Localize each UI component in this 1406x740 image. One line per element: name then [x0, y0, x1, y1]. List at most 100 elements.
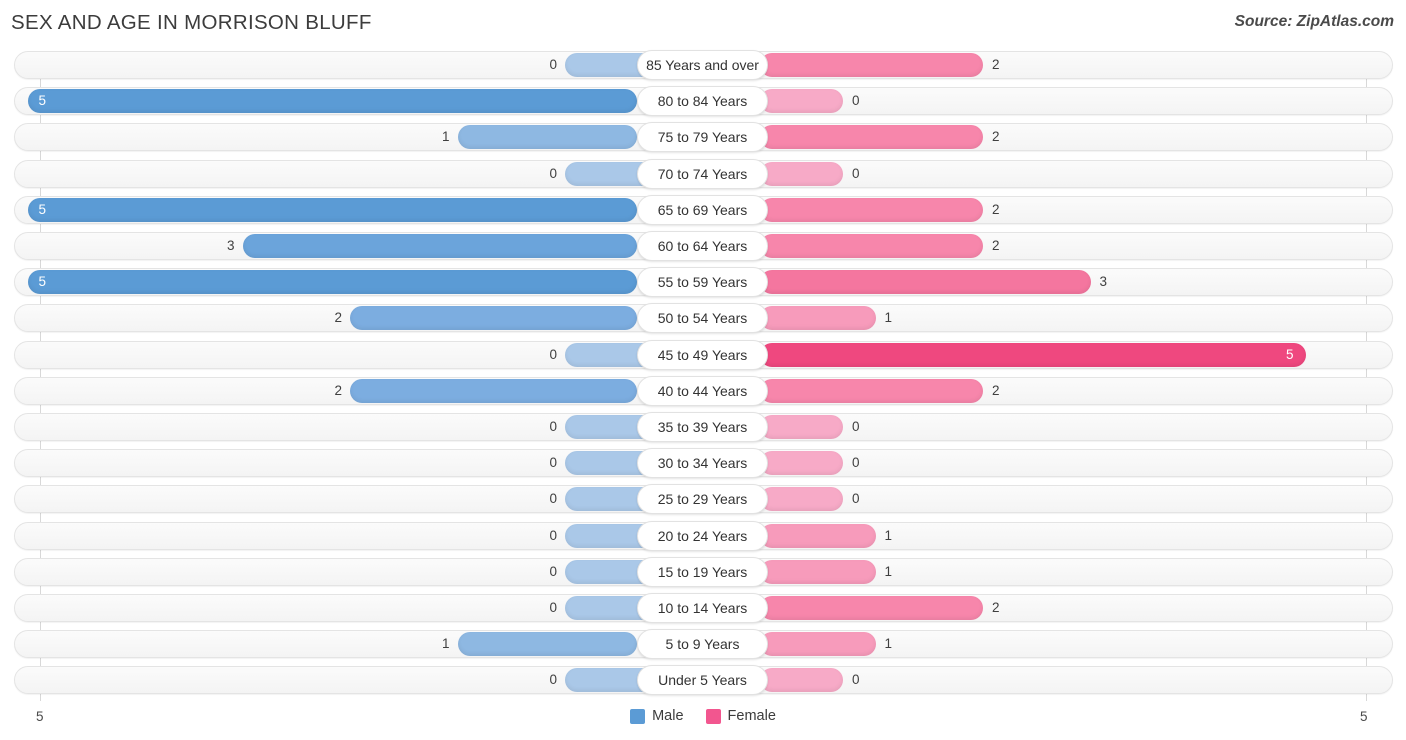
female-bar[interactable] [760, 89, 843, 114]
sex-and-age-chart: SEX AND AGE IN MORRISON BLUFF Source: Zi… [0, 0, 1406, 740]
female-value-label: 0 [852, 455, 860, 471]
female-value-label: 2 [992, 129, 1000, 145]
male-bar[interactable] [27, 270, 637, 295]
male-bar[interactable] [350, 378, 637, 403]
male-bar[interactable] [242, 234, 637, 258]
table-row: 5 0 80 to 84 Years [14, 86, 1393, 117]
female-bar[interactable] [760, 378, 983, 403]
female-bar[interactable] [760, 197, 983, 222]
female-bar[interactable] [760, 234, 983, 258]
table-row: 0 0 30 to 34 Years [14, 448, 1393, 479]
male-bar[interactable] [27, 89, 637, 114]
female-bar[interactable] [760, 523, 876, 548]
table-row: 0 1 15 to 19 Years [14, 556, 1393, 587]
female-value-label: 2 [992, 201, 1000, 217]
female-bar[interactable] [760, 487, 843, 512]
female-bar[interactable] [760, 596, 983, 620]
female-bar[interactable] [760, 559, 876, 584]
female-value-label: 1 [884, 310, 893, 326]
age-group-label: 45 to 49 Years [637, 339, 768, 370]
male-value-label: 0 [549, 346, 557, 362]
female-bar[interactable] [760, 161, 843, 186]
male-value-label: 1 [441, 636, 450, 652]
legend-label-female: Female [727, 708, 776, 724]
male-value-label: 0 [549, 563, 557, 579]
female-value-label: 5 [1285, 346, 1294, 362]
male-value-label: 0 [549, 600, 557, 615]
female-value-label: 0 [852, 672, 860, 688]
male-value-label: 0 [549, 455, 557, 471]
male-value-label: 0 [549, 672, 557, 688]
male-value-label: 5 [38, 274, 47, 290]
age-group-label: 80 to 84 Years [637, 86, 768, 117]
male-bar[interactable] [457, 125, 637, 150]
table-row: 0 2 85 Years and over [14, 50, 1393, 80]
age-group-label: 15 to 19 Years [637, 556, 768, 587]
chart-header: SEX AND AGE IN MORRISON BLUFF Source: Zi… [0, 0, 1406, 46]
age-group-label: 70 to 74 Years [637, 158, 768, 189]
male-value-label: 0 [549, 165, 557, 181]
female-bar[interactable] [760, 270, 1091, 295]
age-group-label: 10 to 14 Years [637, 593, 768, 623]
male-value-label: 5 [38, 93, 47, 109]
table-row: 5 3 55 to 59 Years [14, 267, 1393, 298]
table-row: 5 2 65 to 69 Years [14, 194, 1393, 225]
age-group-label: 85 Years and over [637, 50, 768, 80]
female-bar[interactable] [760, 306, 876, 331]
age-group-label: 75 to 79 Years [637, 122, 768, 153]
legend-swatch-female [705, 708, 721, 724]
male-bar[interactable] [457, 632, 637, 657]
female-value-label: 1 [884, 527, 893, 543]
female-bar[interactable] [760, 125, 983, 150]
pyramid-plot-area: 0 2 85 Years and over 5 0 80 to 84 Years 1 2 75 … [0, 47, 1406, 701]
male-bar[interactable] [27, 197, 637, 222]
female-bar[interactable] [760, 451, 843, 476]
female-value-label: 0 [852, 93, 860, 109]
chart-footer: 5 5 Male Female [0, 701, 1406, 740]
female-value-label: 0 [852, 419, 860, 434]
male-value-label: 0 [549, 491, 557, 507]
female-bar[interactable] [760, 53, 983, 77]
age-group-label: 5 to 9 Years [637, 629, 768, 660]
male-value-label: 0 [549, 57, 557, 72]
chart-legend: Male Female [0, 708, 1406, 724]
age-group-label: 30 to 34 Years [637, 448, 768, 479]
table-row: 2 2 40 to 44 Years [14, 375, 1393, 406]
female-value-label: 3 [1099, 274, 1108, 290]
female-value-label: 1 [884, 563, 893, 579]
female-bar[interactable] [760, 342, 1306, 367]
age-group-label: 20 to 24 Years [637, 520, 768, 551]
male-value-label: 2 [334, 310, 342, 326]
age-group-label: 40 to 44 Years [637, 375, 768, 406]
female-value-label: 0 [852, 165, 860, 181]
male-value-label: 2 [334, 382, 342, 398]
table-row: 1 1 5 to 9 Years [14, 629, 1393, 660]
male-value-label: 0 [549, 527, 557, 543]
age-group-label: Under 5 Years [637, 665, 768, 696]
female-bar[interactable] [760, 632, 876, 657]
page-title: SEX AND AGE IN MORRISON BLUFF [11, 11, 372, 34]
female-value-label: 1 [884, 636, 893, 652]
female-value-label: 2 [992, 238, 1000, 253]
legend-item-male[interactable]: Male [630, 708, 684, 724]
male-value-label: 0 [549, 419, 557, 434]
female-bar[interactable] [760, 415, 843, 439]
male-value-label: 3 [226, 238, 235, 253]
male-value-label: 1 [441, 129, 450, 145]
age-group-label: 50 to 54 Years [637, 303, 768, 334]
table-row: 0 0 35 to 39 Years [14, 412, 1393, 442]
table-row: 0 5 45 to 49 Years [14, 339, 1393, 370]
legend-swatch-male [630, 708, 646, 724]
table-row: 2 1 50 to 54 Years [14, 303, 1393, 334]
male-bar[interactable] [350, 306, 637, 331]
table-row: 0 1 20 to 24 Years [14, 520, 1393, 551]
female-bar[interactable] [760, 668, 843, 693]
age-group-label: 60 to 64 Years [637, 231, 768, 261]
female-value-label: 2 [992, 600, 1000, 615]
source-attribution: Source: ZipAtlas.com [1234, 13, 1394, 30]
female-value-label: 2 [992, 57, 1000, 72]
table-row: 0 0 70 to 74 Years [14, 158, 1393, 189]
legend-item-female[interactable]: Female [705, 708, 776, 724]
age-group-label: 65 to 69 Years [637, 194, 768, 225]
female-value-label: 2 [992, 382, 1000, 398]
